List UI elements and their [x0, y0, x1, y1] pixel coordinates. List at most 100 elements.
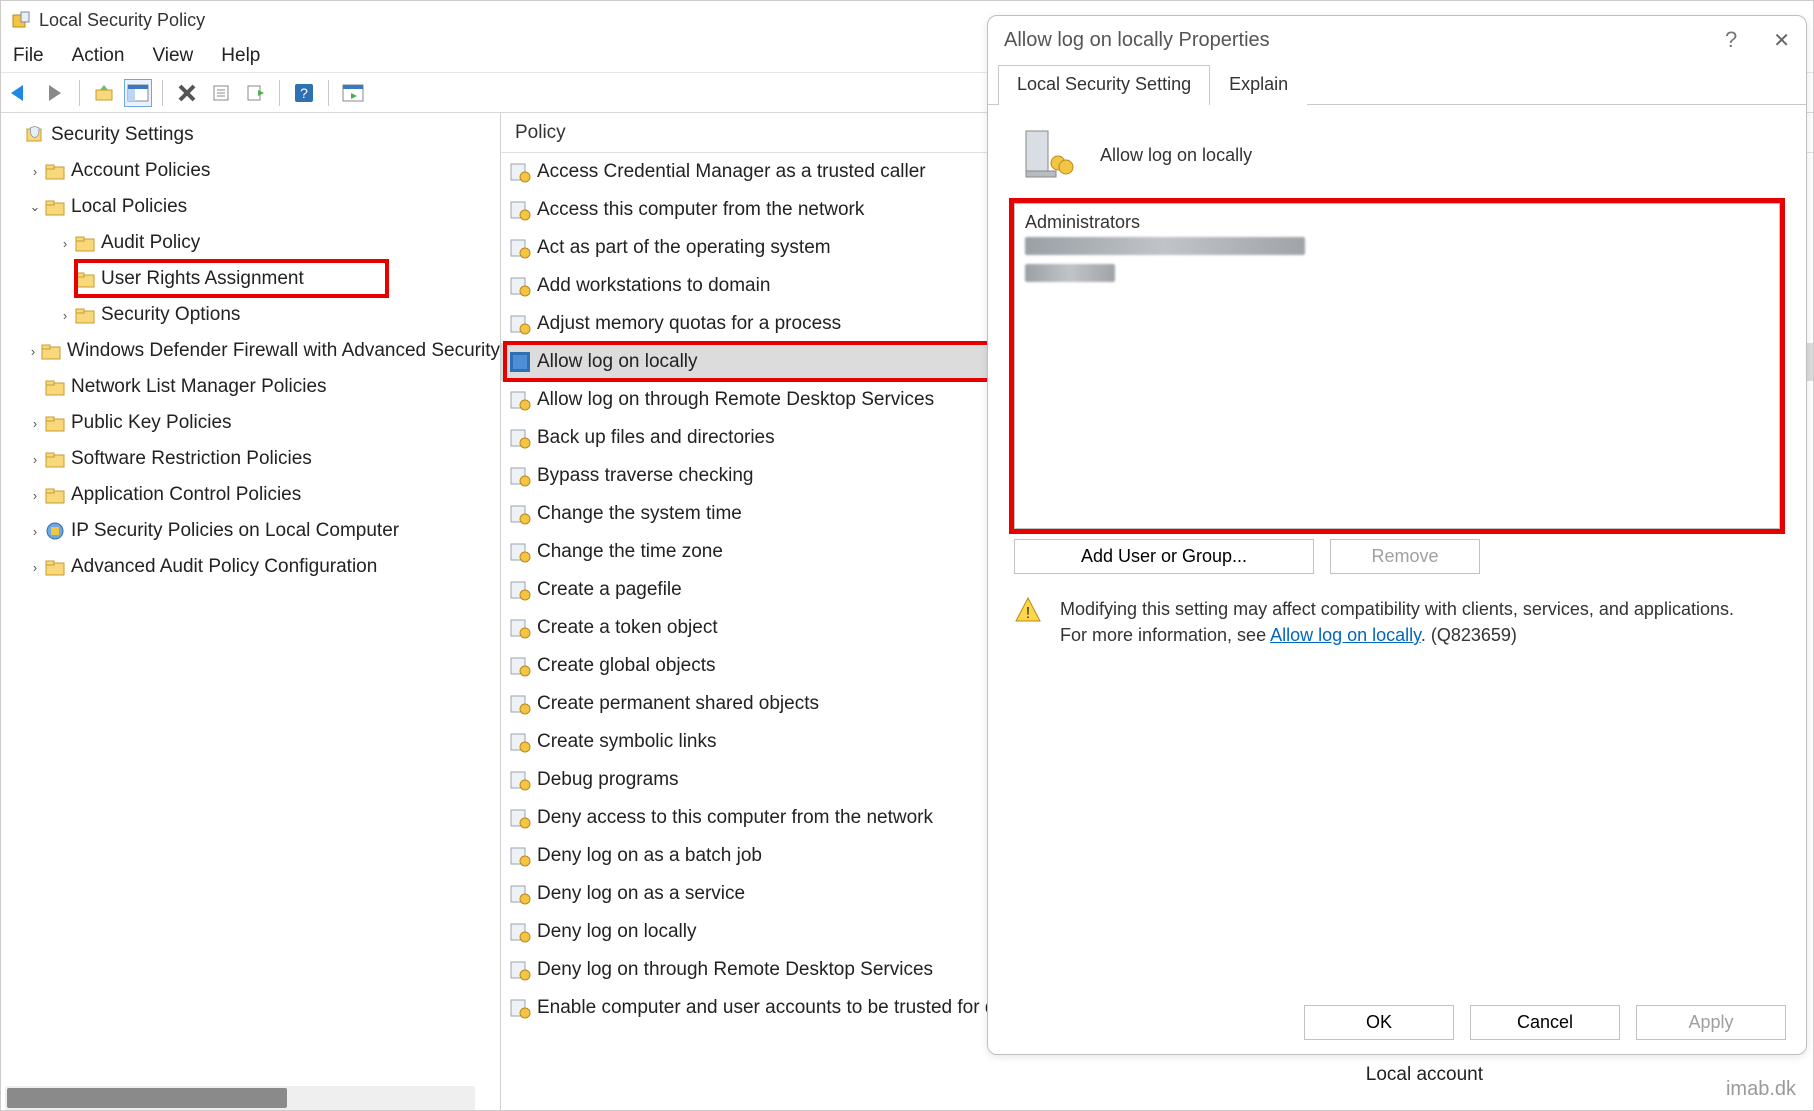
action-pane-button[interactable] [339, 79, 367, 107]
expand-icon[interactable]: › [57, 236, 73, 251]
show-hide-tree-button[interactable] [124, 79, 152, 107]
expand-icon[interactable]: › [27, 344, 39, 359]
policy-icon [509, 845, 531, 867]
forward-button[interactable] [41, 79, 69, 107]
folder-icon [45, 377, 65, 397]
policy-label: Back up files and directories [537, 427, 775, 449]
help-icon[interactable]: ? [1725, 27, 1737, 53]
tree-item[interactable]: › Account Policies [1, 153, 500, 189]
policy-icon [509, 769, 531, 791]
folder-icon [75, 233, 95, 253]
folder-icon [45, 197, 65, 217]
back-button[interactable] [7, 79, 35, 107]
tree-item[interactable]: Network List Manager Policies [1, 369, 500, 405]
tree-root[interactable]: Security Settings [1, 117, 500, 153]
menu-view[interactable]: View [152, 45, 193, 67]
shield-icon [25, 125, 45, 145]
tree-item[interactable]: ⌄ Local Policies [1, 189, 500, 225]
tree-pane: Security Settings › Account Policies ⌄ Local… [1, 113, 501, 1110]
help-button[interactable]: ? [290, 79, 318, 107]
tree-label: Network List Manager Policies [71, 376, 327, 398]
tree-item[interactable]: User Rights Assignment [1, 261, 500, 297]
cancel-button[interactable]: Cancel [1470, 1005, 1620, 1040]
policy-icon [509, 731, 531, 753]
folder-icon [45, 557, 65, 577]
up-button[interactable] [90, 79, 118, 107]
policy-icon [509, 313, 531, 335]
tree-label: Local Policies [71, 196, 187, 218]
expand-icon[interactable]: › [27, 524, 43, 539]
policy-icon [509, 503, 531, 525]
properties-button[interactable] [207, 79, 235, 107]
policy-label: Debug programs [537, 769, 679, 791]
menu-help[interactable]: Help [221, 45, 260, 67]
delete-button[interactable] [173, 79, 201, 107]
policy-label: Add workstations to domain [537, 275, 770, 297]
policy-label: Deny log on as a service [537, 883, 745, 905]
tab-explain[interactable]: Explain [1210, 65, 1307, 105]
policy-icon [509, 199, 531, 221]
folder-icon [45, 521, 65, 541]
column-header-label: Policy [515, 122, 566, 144]
tree-item[interactable]: › Application Control Policies [1, 477, 500, 513]
add-user-or-group-button[interactable]: Add User or Group... [1014, 539, 1314, 574]
tree-item[interactable]: ›Audit Policy [1, 225, 500, 261]
ok-button[interactable]: OK [1304, 1005, 1454, 1040]
folder-icon [45, 485, 65, 505]
expand-icon[interactable]: › [27, 416, 43, 431]
tree-item[interactable]: › Public Key Policies [1, 405, 500, 441]
redacted-item [1025, 264, 1115, 282]
separator [79, 80, 80, 106]
tree-label: Security Settings [51, 124, 194, 146]
tab-strip: Local Security Setting Explain [988, 64, 1806, 104]
warning-text: Modifying this setting may affect compat… [1060, 596, 1734, 648]
policy-label: Change the system time [537, 503, 742, 525]
policy-icon [509, 807, 531, 829]
policy-icon [509, 959, 531, 981]
expand-icon[interactable]: › [27, 452, 43, 467]
tree-item[interactable]: ›Security Options [1, 297, 500, 333]
policy-icon [509, 427, 531, 449]
app-icon [11, 10, 31, 30]
policy-icon [509, 997, 531, 1019]
menu-action[interactable]: Action [72, 45, 125, 67]
tree-label: IP Security Policies on Local Computer [71, 520, 399, 542]
tree-label: Public Key Policies [71, 412, 232, 434]
properties-dialog: Allow log on locally Properties ? ✕ Loca… [987, 15, 1807, 1055]
expand-icon[interactable]: › [27, 488, 43, 503]
tree-label: Application Control Policies [71, 484, 301, 506]
separator [279, 80, 280, 106]
user-list-item[interactable]: Administrators [1025, 212, 1769, 233]
menu-file[interactable]: File [13, 45, 44, 67]
user-list[interactable]: Administrators [1014, 203, 1780, 529]
tree-item[interactable]: ›Windows Defender Firewall with Advanced… [1, 333, 500, 369]
dialog-body: Allow log on locally Administrators Add … [988, 104, 1806, 982]
svg-text:?: ? [300, 85, 308, 101]
tree-item[interactable]: › IP Security Policies on Local Computer [1, 513, 500, 549]
horizontal-scrollbar[interactable] [5, 1086, 475, 1110]
warning-icon: ! [1014, 596, 1042, 624]
tree-label: Account Policies [71, 160, 210, 182]
warning-link[interactable]: Allow log on locally [1270, 625, 1421, 645]
folder-icon [45, 449, 65, 469]
expand-icon[interactable]: › [57, 308, 73, 323]
policy-label: Create permanent shared objects [537, 693, 819, 715]
policy-label: Allow log on through Remote Desktop Serv… [537, 389, 934, 411]
apply-button: Apply [1636, 1005, 1786, 1040]
tab-local-security-setting[interactable]: Local Security Setting [998, 65, 1210, 105]
expand-icon[interactable]: ⌄ [27, 199, 43, 215]
policy-label: Access this computer from the network [537, 199, 864, 221]
policy-label: Create a token object [537, 617, 718, 639]
expand-icon[interactable]: › [27, 164, 43, 179]
export-button[interactable] [241, 79, 269, 107]
policy-icon [509, 921, 531, 943]
tree-item[interactable]: ›Software Restriction Policies [1, 441, 500, 477]
policy-icon [509, 465, 531, 487]
separator [328, 80, 329, 106]
close-icon[interactable]: ✕ [1773, 28, 1790, 53]
policy-label: Deny access to this computer from the ne… [537, 807, 933, 829]
policy-icon [509, 237, 531, 259]
expand-icon[interactable]: › [27, 560, 43, 575]
policy-label: Act as part of the operating system [537, 237, 831, 259]
tree-item[interactable]: ›Advanced Audit Policy Configuration [1, 549, 500, 585]
